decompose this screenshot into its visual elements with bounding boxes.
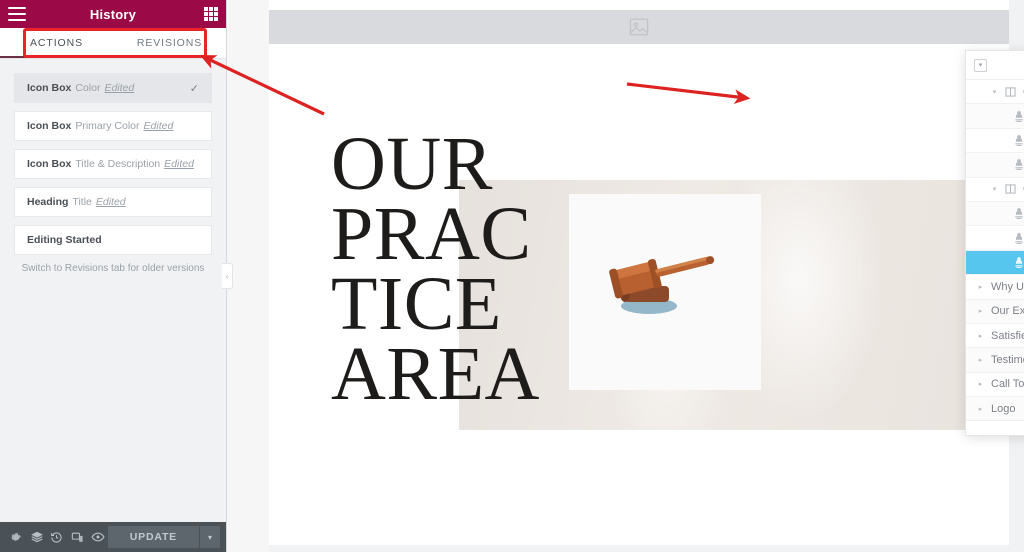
elementor-editor-screen: History ACTIONS REVISIONS Icon Box Color… xyxy=(0,0,1024,552)
navigator-item-section[interactable]: ▸ Satisfied Clients xyxy=(966,323,1024,349)
history-item-widget: Icon Box xyxy=(27,120,72,132)
navigator-item-icon-box[interactable]: Icon Box xyxy=(966,128,1024,154)
navigator-item-icon-box[interactable]: Icon Box xyxy=(966,226,1024,251)
navigator-item-icon-box-selected[interactable]: Icon Box xyxy=(966,250,1024,276)
chevron-right-icon[interactable]: ▸ xyxy=(974,380,987,388)
navigator-item-label: Satisfied Clients xyxy=(991,329,1024,342)
check-icon: ✓ xyxy=(189,82,199,95)
column-icon xyxy=(1001,184,1019,194)
history-item-widget: Icon Box xyxy=(27,158,72,170)
history-item-widget: Heading xyxy=(27,196,69,208)
history-item-state: Edited xyxy=(143,120,174,132)
icon-box-icon xyxy=(1010,232,1024,244)
icon-box-icon xyxy=(1010,159,1024,171)
navigator-item-column[interactable]: ▾ Column xyxy=(966,80,1024,105)
revisions-hint: Switch to Revisions tab for older versio… xyxy=(21,263,205,274)
hamburger-icon[interactable] xyxy=(8,7,26,21)
navigator-resize-handle[interactable]: ••• xyxy=(966,420,1024,435)
update-group: UPDATE ▾ xyxy=(107,526,220,548)
collapse-all-icon[interactable]: ▾ xyxy=(974,58,987,72)
history-item[interactable]: Editing Started xyxy=(14,225,212,255)
settings-gear-icon[interactable] xyxy=(6,522,26,552)
hero-line: AREA xyxy=(331,331,540,416)
history-item[interactable]: Icon Box Primary Color Edited xyxy=(14,111,212,141)
navigator-tree[interactable]: ▾ Column Icon Box Icon Box xyxy=(966,80,1024,420)
canvas-gutter xyxy=(227,0,269,552)
chevron-right-icon[interactable]: ▸ xyxy=(974,283,987,291)
navigator-panel: ▾ Navigator × ▾ Column Icon Box xyxy=(965,50,1024,436)
column-icon xyxy=(1001,87,1019,97)
navigator-item-section[interactable]: ▸ Logo xyxy=(966,397,1024,420)
hero-line: OUR xyxy=(331,122,493,206)
navigator-item-label: Column xyxy=(1019,86,1024,98)
history-item-widget: Icon Box xyxy=(27,82,72,94)
panel-header: History xyxy=(0,0,226,28)
history-item-state: Edited xyxy=(164,158,194,170)
image-placeholder-icon[interactable] xyxy=(269,10,1009,44)
navigator-item-column[interactable]: ▾ Column xyxy=(966,177,1024,202)
navigator-item-label: Logo xyxy=(991,402,1016,415)
chevron-down-icon[interactable]: ▾ xyxy=(988,185,1001,193)
navigator-layers-icon[interactable] xyxy=(26,522,46,552)
icon-box-icon xyxy=(1010,257,1024,268)
history-item[interactable]: Icon Box Color Edited ✓ xyxy=(14,73,212,103)
update-caret-icon[interactable]: ▾ xyxy=(200,526,220,548)
icon-box-icon xyxy=(1010,135,1024,146)
page-title: History xyxy=(89,6,137,22)
gavel-image[interactable] xyxy=(569,194,761,390)
history-item-state: Edited xyxy=(95,196,126,208)
hero-heading[interactable]: OUR PRAC TICE AREA xyxy=(331,122,591,416)
history-item-state: Edited xyxy=(104,82,135,94)
navigator-item-section[interactable]: ▸ Testimonials xyxy=(966,348,1024,373)
navigator-header: ▾ Navigator × xyxy=(966,51,1024,80)
history-panel: History ACTIONS REVISIONS Icon Box Color… xyxy=(0,0,227,552)
tab-actions[interactable]: ACTIONS xyxy=(0,28,113,58)
navigator-item-icon-box[interactable]: Icon Box xyxy=(966,153,1024,178)
icon-box-icon xyxy=(1010,208,1024,220)
chevron-right-icon[interactable]: ▸ xyxy=(974,356,987,364)
navigator-item-label: Our Experts xyxy=(991,305,1024,318)
hero-line: PRAC xyxy=(331,191,532,276)
navigator-item-section[interactable]: ▸ Why Us xyxy=(966,275,1024,300)
hero-section: OUR PRAC TICE AREA xyxy=(269,122,1009,460)
preview-eye-icon[interactable] xyxy=(87,522,107,552)
chevron-right-icon[interactable]: ▸ xyxy=(974,405,987,413)
history-item-property: Primary Color xyxy=(75,120,140,132)
chevron-right-icon[interactable]: ▸ xyxy=(974,332,987,340)
history-item-property: Title xyxy=(72,196,92,208)
editor-canvas-area: OUR PRAC TICE AREA ▾ ▾ ▾ ▸ Why U ▸ Our E… xyxy=(227,0,1024,552)
panel-tabs: ACTIONS REVISIONS xyxy=(0,28,226,59)
navigator-item-label: Call To action xyxy=(991,378,1024,391)
navigator-item-label: Why Us xyxy=(991,280,1024,293)
page-canvas[interactable]: OUR PRAC TICE AREA xyxy=(269,0,1009,545)
chevron-right-icon[interactable]: ▸ xyxy=(974,307,987,315)
panel-collapse-handle[interactable]: ‹ xyxy=(222,263,233,289)
navigator-item-icon-box[interactable]: Icon Box xyxy=(966,201,1024,227)
navigator-item-label: Testimonials xyxy=(991,353,1024,366)
responsive-mode-icon[interactable] xyxy=(67,522,87,552)
tab-revisions[interactable]: REVISIONS xyxy=(113,28,226,58)
navigator-item-section[interactable]: ▸ Our Experts xyxy=(966,299,1024,324)
history-item-property: Title & Description xyxy=(75,158,161,170)
history-item[interactable]: Icon Box Title & Description Edited xyxy=(14,149,212,179)
hero-line: TICE xyxy=(331,261,502,346)
grid-apps-icon[interactable] xyxy=(204,7,218,21)
history-item[interactable]: Heading Title Edited xyxy=(14,187,212,217)
actions-list: Icon Box Color Edited ✓ Icon Box Primary… xyxy=(0,59,226,522)
chevron-down-icon[interactable]: ▾ xyxy=(988,88,1001,96)
navigator-item-icon-box[interactable]: Icon Box xyxy=(966,104,1024,129)
update-button[interactable]: UPDATE xyxy=(107,526,200,548)
history-clock-icon[interactable] xyxy=(47,522,67,552)
navigator-item-label: Column xyxy=(1019,183,1024,195)
gavel-illustration xyxy=(609,256,715,314)
history-item-property: Color xyxy=(75,82,101,94)
icon-box-icon xyxy=(1010,110,1024,122)
navigator-item-section[interactable]: ▸ Call To action xyxy=(966,372,1024,398)
editor-bottom-bar: UPDATE ▾ xyxy=(0,522,226,552)
history-item-widget: Editing Started xyxy=(27,234,102,246)
